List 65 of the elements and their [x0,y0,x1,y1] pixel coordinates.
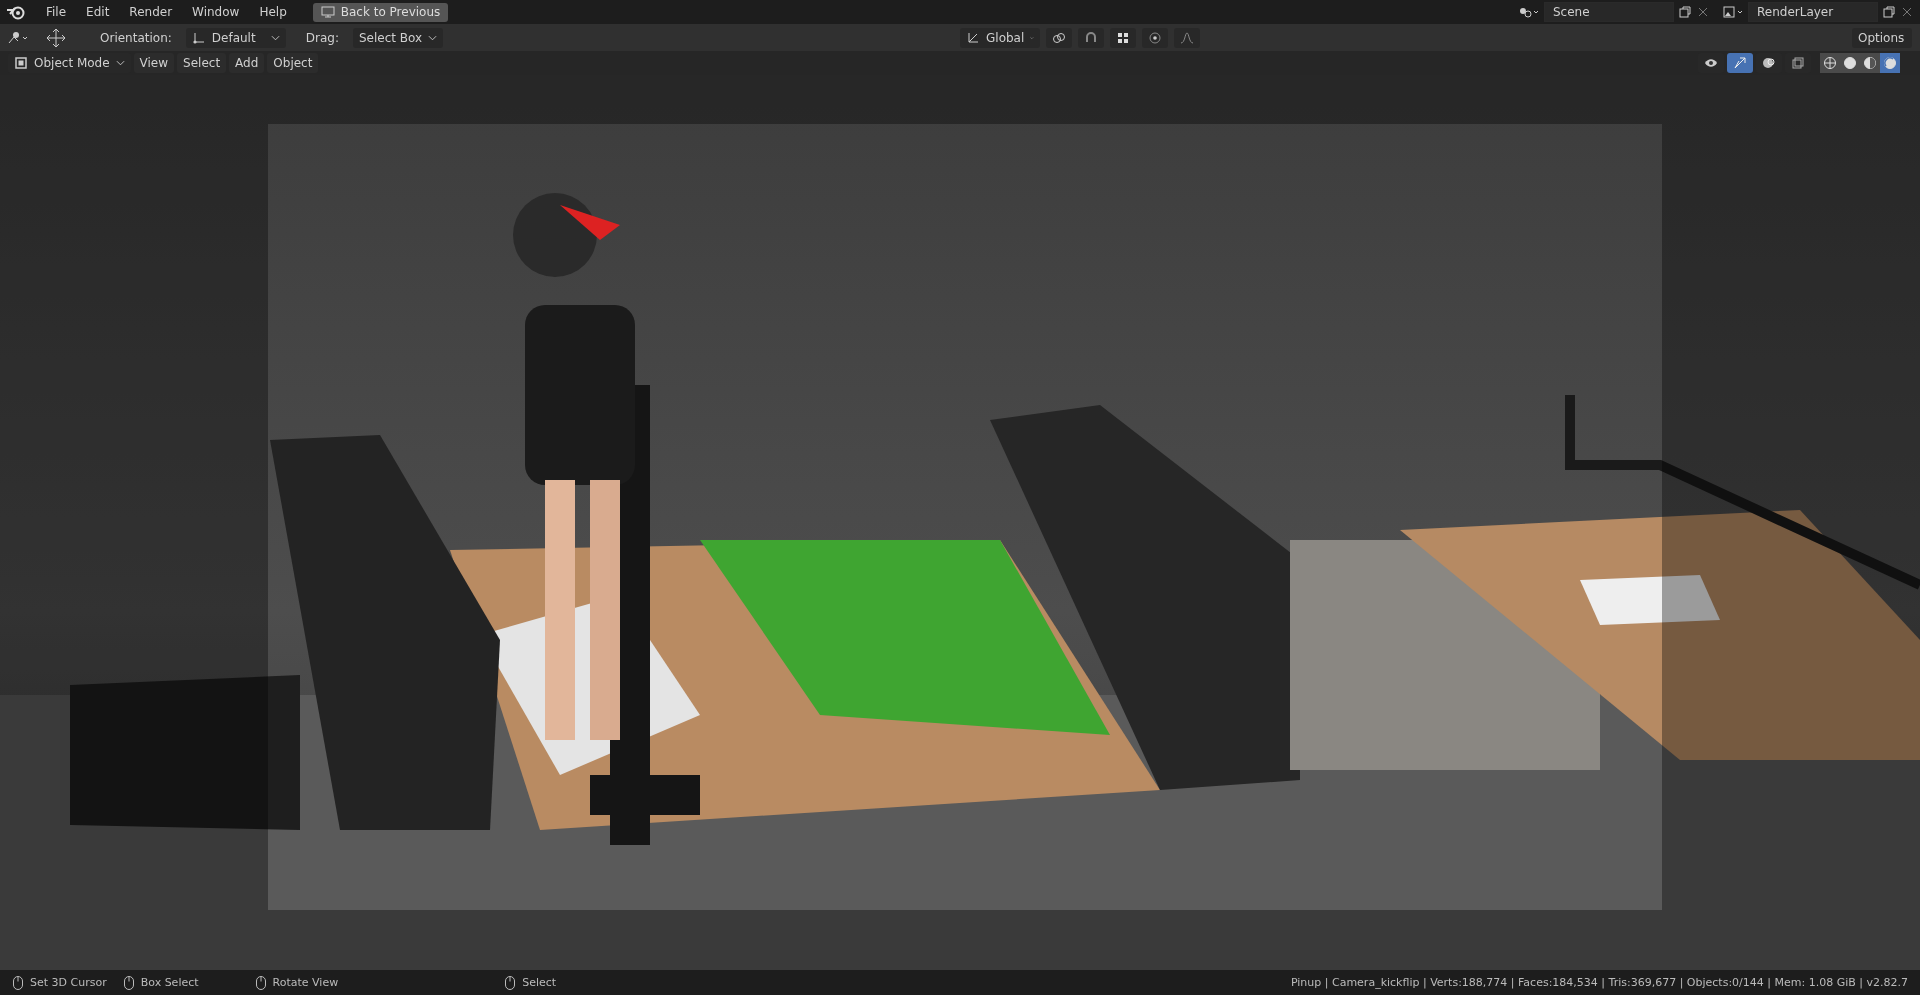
menu-item[interactable]: Edit [78,3,118,21]
proportional-button[interactable] [1142,27,1168,48]
pivot-icon [1052,30,1066,45]
pivot-button[interactable] [1046,27,1072,48]
viewport-menu[interactable]: View [133,53,175,73]
falloff-button[interactable] [1174,27,1200,48]
axes-icon [966,30,980,45]
move-icon[interactable] [46,27,66,48]
tool-icon[interactable] [8,30,30,45]
menu-item[interactable]: Window [184,3,248,21]
transform-dropdown[interactable]: Global [960,27,1040,48]
copy-icon[interactable] [1882,5,1896,19]
overlay-icon [1762,56,1776,70]
image-icon[interactable] [1722,5,1744,19]
render-layer-field[interactable]: RenderLayer [1748,2,1878,22]
orientation-dropdown[interactable]: Default [185,27,286,48]
caret-icon [115,60,125,66]
snap-button[interactable] [1078,27,1104,48]
shading-button[interactable] [1880,53,1900,73]
curve-icon [1180,30,1194,45]
caret-icon [270,34,280,41]
shading-button[interactable] [1820,53,1840,73]
rendered-icon [1883,56,1897,70]
snap-target-button[interactable] [1110,27,1136,48]
material-icon [1863,56,1877,70]
axes-icon [191,30,206,45]
cube-icon [14,56,28,70]
close-icon[interactable] [1900,5,1914,19]
status-hint: Box Select [140,976,199,989]
viewport-menu[interactable]: Select [177,53,227,73]
viewport-menu[interactable]: Object [267,53,319,73]
drag-label: Drag: [305,30,339,45]
solid-icon [1843,56,1857,70]
scene-icon[interactable] [1518,5,1540,19]
xray-icon [1791,56,1805,70]
status-hint: Rotate View [272,976,339,989]
eye-icon [1704,56,1718,70]
back-button[interactable]: Back to Previous [312,2,449,22]
scene-field[interactable]: Scene [1544,2,1674,22]
drag-dropdown[interactable]: Select Box [353,27,444,48]
menu-item[interactable]: Render [121,3,181,21]
wireframe-icon [1823,56,1837,70]
viewport-menu[interactable]: Add [229,53,265,73]
mouse-icon [12,974,24,991]
status-hint: Set 3D Cursor [30,976,107,989]
gizmo-button[interactable] [1727,53,1753,73]
mouse-drag-icon [122,974,135,991]
arrows-icon [1733,56,1747,70]
magnet-icon [1084,30,1098,45]
mouse-icon [254,974,267,991]
logo-icon[interactable] [6,4,26,20]
shading-button[interactable] [1860,53,1880,73]
caret-icon [428,34,438,41]
options-dropdown[interactable]: Options [1852,27,1912,48]
scene-statistics: Pinup | Camera_kickflip | Verts:188,774 | Faces:184,534 | Tris:369,677 | Objects:0/144 | Mem: 1.08 GiB | v2.82.7 [1290,976,1908,989]
status-hint: Select [522,976,557,989]
dot-icon [1148,30,1162,45]
menu-item[interactable]: File [38,3,75,21]
copy-icon[interactable] [1678,5,1692,19]
menu-item[interactable]: Help [251,3,295,21]
mouse-icon [504,974,517,991]
orientation-label: Orientation: [100,30,172,45]
monitor-icon [320,5,335,19]
grid-icon [1116,30,1130,45]
close-icon[interactable] [1696,5,1710,19]
